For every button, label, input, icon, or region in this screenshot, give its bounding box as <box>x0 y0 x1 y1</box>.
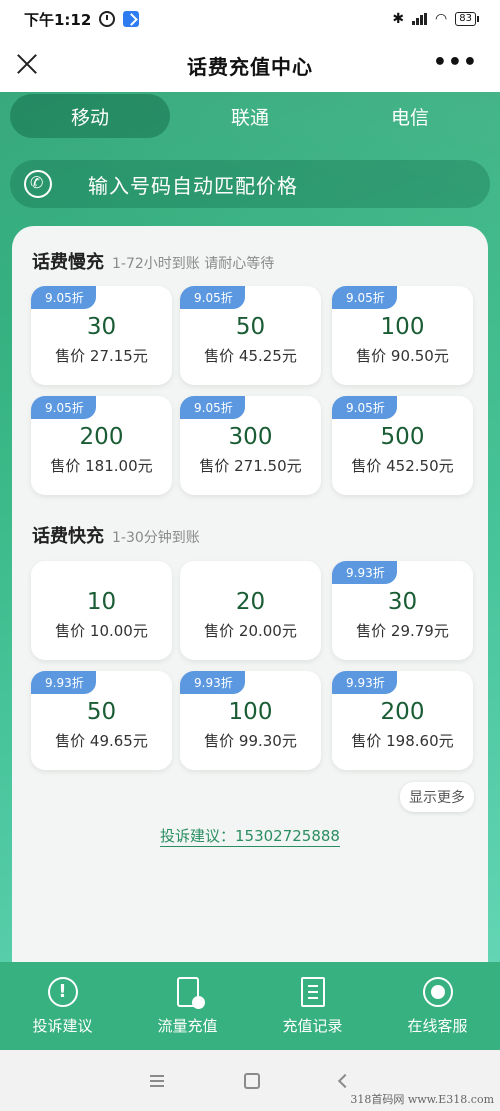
nav-label: 在线客服 <box>407 1016 468 1035</box>
fast-section-note: 1-30分钟到账 <box>112 530 200 546</box>
alarm-clock-icon <box>99 11 116 27</box>
nav-label: 流量充值 <box>157 1016 218 1035</box>
slow-card-200[interactable]: 9.05折 200 售价 181.00元 <box>31 396 172 495</box>
discount-badge: 9.05折 <box>332 396 397 419</box>
card-price: 售价 198.60元 <box>351 732 454 750</box>
card-price: 售价 29.79元 <box>356 622 449 640</box>
card-price: 售价 45.25元 <box>204 347 297 365</box>
carrier-tabs: 移动 联通 电信 <box>10 94 490 138</box>
phone-input-placeholder: 输入号码自动匹配价格 <box>88 173 298 198</box>
card-price: 售价 99.30元 <box>204 732 297 750</box>
slow-card-300[interactable]: 9.05折 300 售价 271.50元 <box>180 396 321 495</box>
discount-badge: 9.05折 <box>332 286 397 309</box>
complaint-icon <box>47 976 78 1007</box>
phone-icon <box>24 170 52 198</box>
card-price: 售价 27.15元 <box>55 347 148 365</box>
slow-card-30[interactable]: 9.05折 30 售价 27.15元 <box>31 286 172 385</box>
phone-number-input[interactable]: 输入号码自动匹配价格 <box>10 160 490 208</box>
card-price: 售价 452.50元 <box>351 457 454 475</box>
discount-badge: 9.93折 <box>180 671 245 694</box>
slow-card-500[interactable]: 9.05折 500 售价 452.50元 <box>332 396 473 495</box>
card-price: 售价 181.00元 <box>50 457 153 475</box>
watermark: 318首码网 www.E318.com <box>350 1093 494 1106</box>
card-amount: 20 <box>235 589 266 615</box>
slow-section-title: 话费慢充 <box>32 252 104 273</box>
nav-label: 充值记录 <box>282 1016 343 1035</box>
discount-badge: 9.93折 <box>332 671 397 694</box>
system-nav-bar: 318首码网 www.E318.com <box>0 1050 500 1111</box>
fast-card-10[interactable]: 10 售价 10.00元 <box>31 561 172 660</box>
app-notification-icon <box>123 11 140 27</box>
fast-section-title: 话费快充 <box>32 526 104 547</box>
card-amount: 300 <box>228 424 273 450</box>
tab-unicom[interactable]: 联通 <box>170 94 330 138</box>
customer-service-icon <box>422 976 453 1007</box>
card-amount: 30 <box>387 589 418 615</box>
mobile-data-icon <box>176 976 205 1009</box>
card-amount: 50 <box>235 314 266 340</box>
discount-badge: 9.93折 <box>31 671 96 694</box>
nav-item-customer-service[interactable]: 在线客服 <box>375 962 500 1050</box>
card-amount: 50 <box>86 699 117 725</box>
card-price: 售价 49.65元 <box>55 732 148 750</box>
bottom-nav: 投诉建议 流量充值 充值记录 在线客服 <box>0 962 500 1050</box>
complaint-phone-link[interactable]: 投诉建议：15302725888 <box>160 827 340 847</box>
fast-card-100[interactable]: 9.93折 100 售价 99.30元 <box>180 671 321 770</box>
card-price: 售价 90.50元 <box>356 347 449 365</box>
battery-indicator: 83 <box>455 12 479 26</box>
card-amount: 500 <box>380 424 425 450</box>
slow-section-note: 1-72小时到账 请耐心等待 <box>112 256 275 272</box>
fast-card-20[interactable]: 20 售价 20.00元 <box>180 561 321 660</box>
back-icon[interactable] <box>337 1073 353 1088</box>
tab-telecom[interactable]: 电信 <box>330 94 490 138</box>
status-left: 下午1:12 <box>24 9 140 30</box>
bluetooth-icon: ✱ <box>392 11 405 27</box>
card-amount: 200 <box>380 699 425 725</box>
fast-card-50[interactable]: 9.93折 50 售价 49.65元 <box>31 671 172 770</box>
tab-mobile[interactable]: 移动 <box>10 94 170 138</box>
close-icon[interactable] <box>14 51 40 77</box>
card-amount: 200 <box>79 424 124 450</box>
card-amount: 100 <box>380 314 425 340</box>
wifi-icon: ◠ <box>435 11 448 27</box>
status-bar: 下午1:12 ✱ ◠ 83 <box>0 0 500 38</box>
nav-item-records[interactable]: 充值记录 <box>250 962 375 1050</box>
status-time: 下午1:12 <box>24 10 92 29</box>
title-bar: 话费充值中心 ••• <box>0 38 500 92</box>
slow-card-50[interactable]: 9.05折 50 售价 45.25元 <box>180 286 321 385</box>
page-title: 话费充值中心 <box>187 54 313 79</box>
fast-card-200[interactable]: 9.93折 200 售价 198.60元 <box>332 671 473 770</box>
discount-badge: 9.05折 <box>31 396 96 419</box>
discount-badge: 9.05折 <box>31 286 96 309</box>
fast-card-30[interactable]: 9.93折 30 售价 29.79元 <box>332 561 473 660</box>
recharge-panel: 话费慢充 1-72小时到账 请耐心等待 9.05折 30 售价 27.15元 9… <box>12 226 488 962</box>
fast-section-header: 话费快充 1-30分钟到账 <box>32 522 200 548</box>
signal-icon <box>412 13 428 25</box>
slow-card-100[interactable]: 9.05折 100 售价 90.50元 <box>332 286 473 385</box>
nav-item-data-recharge[interactable]: 流量充值 <box>125 962 250 1050</box>
card-amount: 30 <box>86 314 117 340</box>
card-amount: 100 <box>228 699 273 725</box>
discount-badge: 9.05折 <box>180 286 245 309</box>
nav-item-complaint[interactable]: 投诉建议 <box>0 962 125 1050</box>
menu-icon[interactable] <box>150 1074 164 1087</box>
more-options-button[interactable]: ••• <box>433 52 478 74</box>
complaint-line: 投诉建议：15302725888 <box>12 825 488 847</box>
discount-badge: 9.93折 <box>332 561 397 584</box>
card-price: 售价 20.00元 <box>204 622 297 640</box>
card-price: 售价 10.00元 <box>55 622 148 640</box>
card-amount: 10 <box>86 589 117 615</box>
slow-section-header: 话费慢充 1-72小时到账 请耐心等待 <box>32 248 274 274</box>
record-icon <box>300 976 325 1007</box>
show-more-button[interactable]: 显示更多 <box>400 782 474 812</box>
nav-label: 投诉建议 <box>32 1016 93 1035</box>
status-right: ✱ ◠ 83 <box>392 11 479 27</box>
home-icon[interactable] <box>244 1072 260 1089</box>
discount-badge: 9.05折 <box>180 396 245 419</box>
card-price: 售价 271.50元 <box>199 457 302 475</box>
